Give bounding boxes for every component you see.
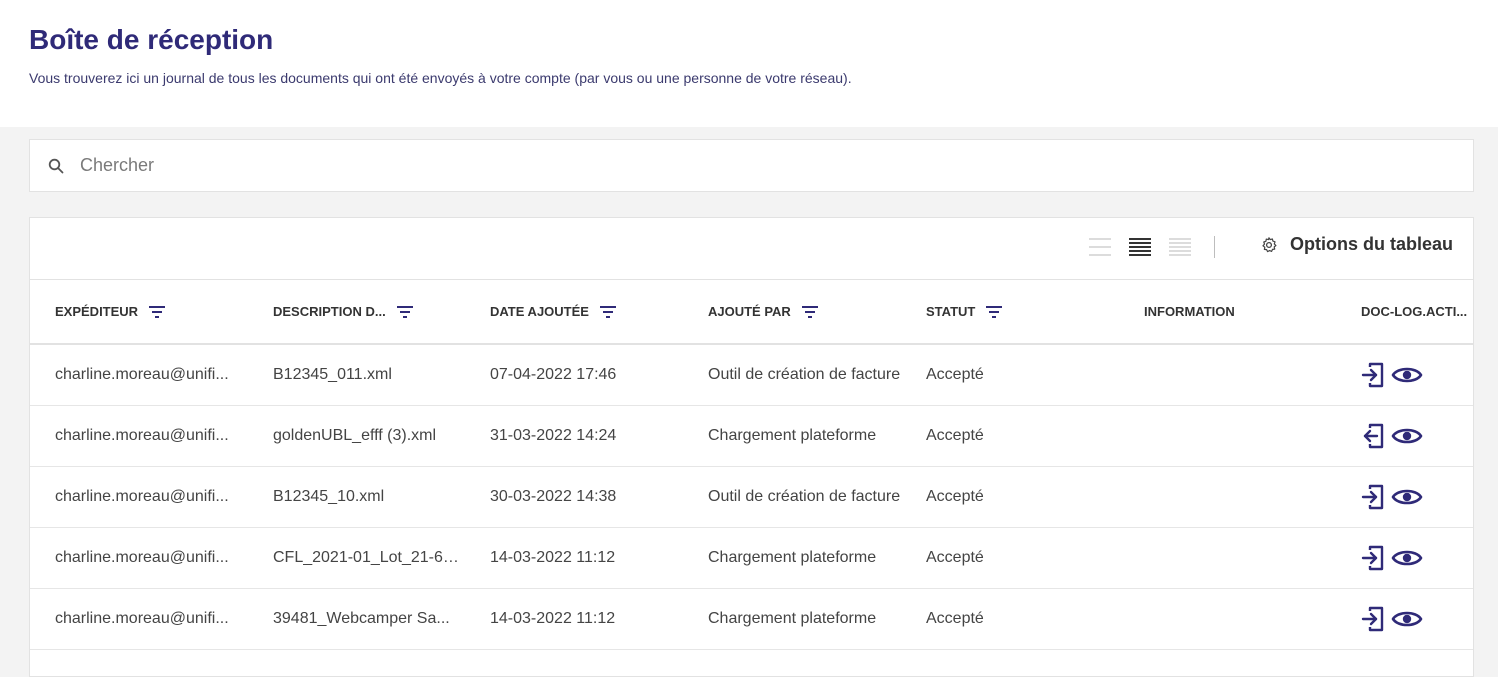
- search-icon: [48, 158, 64, 173]
- import-document-icon[interactable]: [1361, 361, 1387, 389]
- import-document-icon[interactable]: [1361, 483, 1387, 511]
- status-cell: Accepté: [901, 344, 1119, 406]
- import-document-icon[interactable]: [1361, 544, 1387, 572]
- filter-icon[interactable]: [986, 305, 1003, 318]
- information-cell: [1119, 527, 1336, 589]
- row-actions: [1361, 422, 1473, 450]
- filter-icon[interactable]: [599, 305, 616, 318]
- column-header-description[interactable]: DESCRIPTION D...: [248, 280, 465, 345]
- density-comfortable-icon[interactable]: [1169, 238, 1191, 256]
- table-row[interactable]: charline.moreau@unifi... B12345_011.xml 07…: [30, 344, 1473, 406]
- date-added-cell: 31-03-2022 14:24: [465, 405, 683, 467]
- added-by-cell: Chargement plateforme: [683, 588, 901, 650]
- column-header-information[interactable]: INFORMATION: [1119, 280, 1336, 345]
- information-cell: [1119, 405, 1336, 467]
- status-cell: Accepté: [901, 405, 1119, 467]
- page-title: Boîte de réception: [29, 24, 274, 55]
- page-subtitle: Vous trouverez ici un journal de tous le…: [29, 70, 852, 86]
- table-toolbar: Options du tableau: [30, 218, 1473, 280]
- table-body: charline.moreau@unifi... B12345_011.xml 07…: [30, 344, 1473, 650]
- import-document-icon[interactable]: [1361, 605, 1387, 633]
- table-row[interactable]: charline.moreau@unifi... CFL_2021-01_Lot_…: [30, 527, 1473, 589]
- eye-icon[interactable]: [1391, 608, 1423, 630]
- row-actions: [1361, 605, 1473, 633]
- actions-cell: [1336, 405, 1473, 467]
- column-header-date-added[interactable]: DATE AJOUTÉE: [465, 280, 683, 345]
- sender-cell: charline.moreau@unifi...: [30, 588, 248, 650]
- table-row[interactable]: charline.moreau@unifi... goldenUBL_efff (…: [30, 405, 1473, 467]
- date-added-cell: 14-03-2022 11:12: [465, 588, 683, 650]
- description-cell: goldenUBL_efff (3).xml: [248, 405, 465, 467]
- toolbar-divider: [1214, 236, 1215, 258]
- documents-table: EXPÉDITEUR DESCRIPTION D... DATE AJOUTÉE…: [30, 280, 1473, 650]
- gear-icon: [1262, 236, 1277, 252]
- table-options-button[interactable]: Options du tableau: [1260, 234, 1453, 255]
- eye-icon[interactable]: [1391, 425, 1423, 447]
- date-added-cell: 07-04-2022 17:46: [465, 344, 683, 406]
- status-cell: Accepté: [901, 466, 1119, 528]
- added-by-cell: Chargement plateforme: [683, 405, 901, 467]
- search-input[interactable]: [80, 155, 1380, 176]
- density-compact-icon[interactable]: [1089, 238, 1111, 256]
- eye-icon[interactable]: [1391, 364, 1423, 386]
- row-actions: [1361, 544, 1473, 572]
- page-header: Boîte de réception Vous trouverez ici un…: [0, 0, 1498, 127]
- date-added-cell: 14-03-2022 11:12: [465, 527, 683, 589]
- added-by-cell: Outil de création de facture: [683, 466, 901, 528]
- row-actions: [1361, 483, 1473, 511]
- description-cell: B12345_011.xml: [248, 344, 465, 406]
- search-bar[interactable]: [29, 139, 1474, 192]
- filter-icon[interactable]: [149, 305, 166, 318]
- description-cell: B12345_10.xml: [248, 466, 465, 528]
- eye-icon[interactable]: [1391, 486, 1423, 508]
- information-cell: [1119, 588, 1336, 650]
- table-options-label: Options du tableau: [1290, 234, 1454, 254]
- row-actions: [1361, 361, 1473, 389]
- table-row[interactable]: charline.moreau@unifi... 39481_Webcamper …: [30, 588, 1473, 650]
- description-cell: 39481_Webcamper Sa...: [248, 588, 465, 650]
- table-row[interactable]: charline.moreau@unifi... B12345_10.xml 30-…: [30, 466, 1473, 528]
- column-header-sender[interactable]: EXPÉDITEUR: [30, 280, 248, 345]
- documents-table-card: Options du tableau EXPÉDITEUR DESCRIPTIO…: [29, 217, 1474, 677]
- information-cell: [1119, 466, 1336, 528]
- sender-cell: charline.moreau@unifi...: [30, 344, 248, 406]
- eye-icon[interactable]: [1391, 547, 1423, 569]
- status-cell: Accepté: [901, 527, 1119, 589]
- column-header-status[interactable]: STATUT: [901, 280, 1119, 345]
- filter-icon[interactable]: [396, 305, 413, 318]
- date-added-cell: 30-03-2022 14:38: [465, 466, 683, 528]
- actions-cell: [1336, 588, 1473, 650]
- filter-icon[interactable]: [801, 305, 818, 318]
- information-cell: [1119, 344, 1336, 406]
- sender-cell: charline.moreau@unifi...: [30, 466, 248, 528]
- table-header-row: EXPÉDITEUR DESCRIPTION D... DATE AJOUTÉE…: [30, 280, 1473, 345]
- status-cell: Accepté: [901, 588, 1119, 650]
- actions-cell: [1336, 527, 1473, 589]
- actions-cell: [1336, 466, 1473, 528]
- density-standard-icon[interactable]: [1129, 238, 1151, 256]
- column-header-actions[interactable]: DOC-LOG.ACTI...: [1336, 280, 1473, 345]
- actions-cell: [1336, 344, 1473, 406]
- export-document-icon[interactable]: [1361, 422, 1387, 450]
- column-header-added-by[interactable]: AJOUTÉ PAR: [683, 280, 901, 345]
- added-by-cell: Outil de création de facture: [683, 344, 901, 406]
- added-by-cell: Chargement plateforme: [683, 527, 901, 589]
- description-cell: CFL_2021-01_Lot_21-69...: [248, 527, 465, 589]
- sender-cell: charline.moreau@unifi...: [30, 405, 248, 467]
- sender-cell: charline.moreau@unifi...: [30, 527, 248, 589]
